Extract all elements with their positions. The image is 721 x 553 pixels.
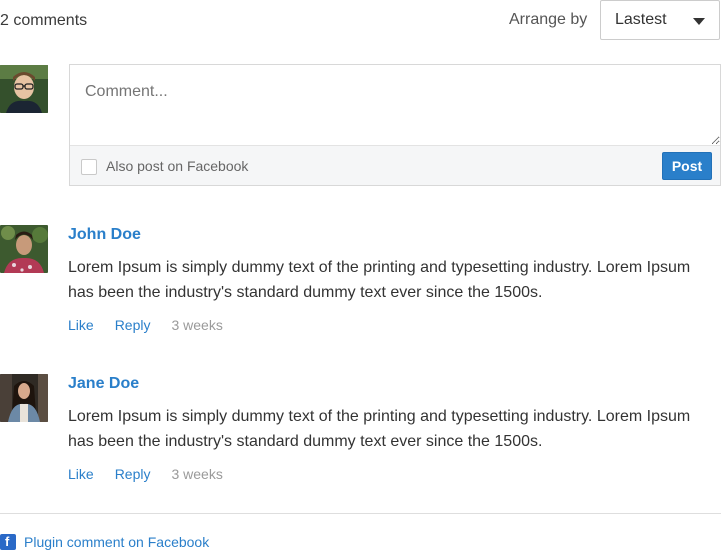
comment-text: Lorem Ipsum is simply dummy text of the …: [68, 259, 691, 301]
avatar-photo: [0, 65, 48, 113]
facebook-plugin-link[interactable]: Plugin comment on Facebook: [0, 533, 209, 551]
comment-item: John Doe Lorem Ipsum is simply dummy tex…: [0, 225, 721, 345]
also-post-facebook-label: Also post on Facebook: [106, 158, 249, 174]
composer-footer: Also post on Facebook Post: [70, 145, 720, 185]
facebook-icon: [0, 534, 16, 550]
arrange-by-label: Arrange by: [509, 11, 588, 28]
comment-timestamp: 3 weeks: [171, 317, 223, 333]
avatar-photo: [0, 225, 48, 273]
sort-dropdown[interactable]: Lastest: [600, 0, 720, 40]
current-user-avatar: [0, 65, 48, 113]
like-link[interactable]: Like: [68, 466, 94, 482]
avatar-photo: [0, 374, 48, 422]
also-post-facebook-checkbox[interactable]: [81, 159, 97, 175]
comments-header: 2 comments Arrange by Lastest: [0, 0, 721, 44]
comment-text: Lorem Ipsum is simply dummy text of the …: [68, 408, 691, 450]
reply-link[interactable]: Reply: [115, 317, 151, 333]
avatar: [0, 374, 48, 422]
comment-item: Jane Doe Lorem Ipsum is simply dummy tex…: [0, 374, 721, 494]
comment-actions: Like Reply 3 weeks: [68, 317, 223, 333]
avatar: [0, 225, 48, 273]
comment-timestamp: 3 weeks: [171, 466, 223, 482]
comment-actions: Like Reply 3 weeks: [68, 466, 223, 482]
comment-input[interactable]: [70, 65, 720, 145]
facebook-plugin-text: Plugin comment on Facebook: [24, 534, 210, 550]
comment-count: 2 comments: [0, 12, 88, 29]
comment-author-link[interactable]: Jane Doe: [68, 375, 139, 393]
reply-link[interactable]: Reply: [115, 466, 151, 482]
post-button[interactable]: Post: [662, 152, 712, 180]
like-link[interactable]: Like: [68, 317, 94, 333]
footer-divider: [0, 513, 721, 514]
chevron-down-icon: [693, 18, 705, 25]
comment-composer: Also post on Facebook Post: [69, 64, 721, 186]
comment-author-link[interactable]: John Doe: [68, 226, 141, 244]
sort-dropdown-value: Lastest: [615, 11, 667, 28]
